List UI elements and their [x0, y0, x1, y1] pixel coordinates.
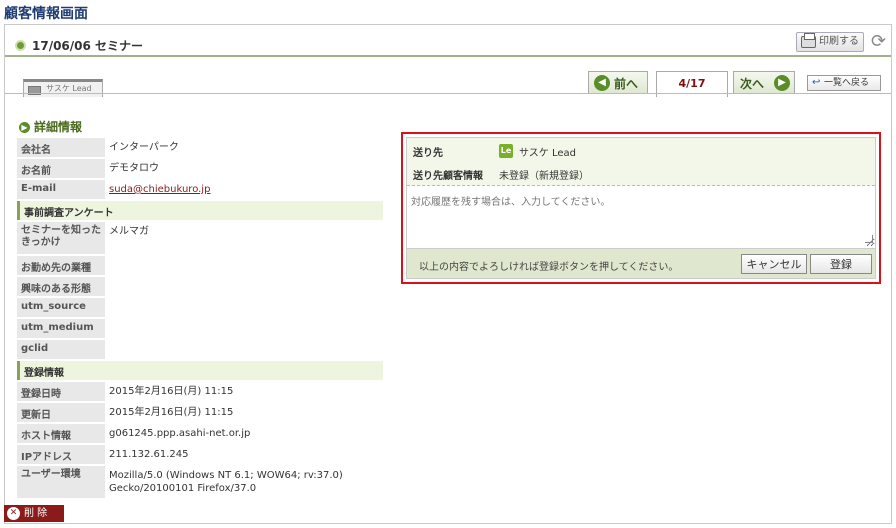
arrow-right-icon: ▶	[774, 75, 790, 91]
detail-key: お勤め先の業種	[17, 256, 105, 275]
detail-value: 211.132.61.245	[109, 449, 189, 460]
details-section-title: ▶ 詳細情報	[19, 118, 82, 135]
customer-info-value: 未登録（新規登録）	[499, 171, 589, 182]
detail-row-email: E-mail suda@chiebukuro.jp	[17, 180, 383, 201]
panel-header: 17/06/06 セミナー 印刷する ⟳	[5, 25, 891, 57]
detail-row-interest: 興味のある形態	[17, 277, 383, 298]
detail-key: 会社名	[17, 138, 105, 157]
send-form-inner: 送り先 Le サスケ Lead 送り先顧客情報 未登録（新規登録） 以上の内容で…	[406, 137, 876, 279]
send-form-info: 送り先 Le サスケ Lead 送り先顧客情報 未登録（新規登録）	[407, 138, 875, 186]
detail-key: 興味のある形態	[17, 277, 105, 296]
detail-row-utm-source: utm_source	[17, 298, 383, 319]
tab-label: サスケ Lead	[46, 84, 92, 93]
prev-button[interactable]: ◀ 前へ	[588, 71, 648, 93]
destination-key: 送り先	[413, 148, 443, 159]
detail-key: ユーザー環境	[17, 466, 105, 498]
detail-value: 2015年2月16日(月) 11:15	[109, 386, 234, 397]
content-area: ▶ 詳細情報 会社名 インターパーク お名前 デモタロウ E-mail suda@…	[5, 93, 891, 503]
detail-value: g061245.ppp.asahi-net.or.jp	[109, 428, 251, 439]
next-label: 次へ	[740, 77, 765, 91]
registration-group-heading: 登録情報	[17, 361, 383, 380]
send-form: 送り先 Le サスケ Lead 送り先顧客情報 未登録（新規登録） 以上の内容で…	[401, 132, 881, 284]
detail-key: gclid	[17, 340, 105, 359]
detail-row-name: お名前 デモタロウ	[17, 159, 383, 180]
close-circle-icon: ✕	[7, 507, 20, 520]
lead-app-icon: Le	[499, 144, 513, 158]
printer-icon	[801, 33, 816, 48]
cancel-button[interactable]: キャンセル	[741, 254, 807, 274]
detail-key: IPアドレス	[17, 445, 105, 464]
detail-key: お名前	[17, 159, 105, 178]
detail-key: E-mail	[17, 180, 105, 199]
detail-row-user-agent: ユーザー環境 Mozilla/5.0 (Windows NT 6.1; WOW6…	[17, 466, 383, 500]
customer-info-key: 送り先顧客情報	[413, 171, 483, 182]
detail-key: 更新日	[17, 403, 105, 422]
status-dot-icon	[15, 40, 26, 51]
prev-label: 前へ	[614, 77, 639, 91]
detail-row-registered-at: 登録日時 2015年2月16日(月) 11:15	[17, 382, 383, 403]
detail-key: セミナーを知ったきっかけ	[17, 222, 105, 254]
confirm-message: 以上の内容でよろしければ登録ボタンを押してください。	[419, 262, 679, 273]
detail-key: 登録日時	[17, 382, 105, 401]
detail-row-host: ホスト情報 g061245.ppp.asahi-net.or.jp	[17, 424, 383, 445]
back-to-list-label: 一覧へ戻る	[824, 78, 870, 88]
email-link[interactable]: suda@chiebukuro.jp	[109, 184, 210, 195]
next-button[interactable]: 次へ ▶	[733, 71, 795, 93]
detail-value: メルマガ	[109, 226, 149, 237]
back-to-list-button[interactable]: ↩ 一覧へ戻る	[807, 75, 881, 91]
detail-value: Mozilla/5.0 (Windows NT 6.1; WOW64; rv:3…	[109, 470, 343, 494]
print-button[interactable]: 印刷する	[796, 32, 864, 52]
destination-value: サスケ Lead	[519, 148, 577, 159]
detail-row-updated-at: 更新日 2015年2月16日(月) 11:15	[17, 403, 383, 424]
arrow-right-circle-icon: ▶	[19, 122, 30, 133]
detail-row-ip: IPアドレス 211.132.61.245	[17, 445, 383, 466]
register-button[interactable]: 登録	[810, 254, 872, 274]
detail-value: suda@chiebukuro.jp	[109, 183, 379, 196]
details-table: 会社名 インターパーク お名前 デモタロウ E-mail suda@chiebu…	[17, 138, 383, 500]
history-textarea[interactable]	[407, 187, 875, 247]
detail-row-industry: お勤め先の業種	[17, 256, 383, 277]
customer-panel: 17/06/06 セミナー 印刷する ⟳ サスケ Lead ◀ 前へ 4/17 …	[4, 24, 892, 524]
refresh-icon[interactable]: ⟳	[871, 31, 886, 52]
delete-label: 削 除	[24, 508, 48, 519]
resize-grip-icon[interactable]	[865, 235, 873, 243]
page-title: 顧客情報画面	[4, 6, 88, 22]
detail-row-utm-medium: utm_medium	[17, 319, 383, 340]
detail-key: utm_source	[17, 298, 105, 317]
arrow-left-icon: ◀	[594, 75, 610, 91]
detail-key: ホスト情報	[17, 424, 105, 443]
return-arrow-icon: ↩	[812, 77, 821, 88]
print-button-label: 印刷する	[819, 36, 859, 47]
detail-row-company: 会社名 インターパーク	[17, 138, 383, 159]
detail-value: 2015年2月16日(月) 11:15	[109, 407, 234, 418]
detail-key: utm_medium	[17, 319, 105, 338]
event-title: 17/06/06 セミナー	[32, 39, 144, 53]
send-form-footer: 以上の内容でよろしければ登録ボタンを押してください。 キャンセル 登録	[407, 248, 875, 278]
detail-value: インターパーク	[109, 142, 179, 153]
survey-group-heading: 事前調査アンケート	[17, 201, 383, 220]
detail-row-source: セミナーを知ったきっかけ メルマガ	[17, 222, 383, 256]
delete-button[interactable]: ✕ 削 除	[4, 505, 64, 522]
details-section-label: 詳細情報	[34, 120, 83, 134]
detail-value: デモタロウ	[109, 163, 159, 174]
detail-row-gclid: gclid	[17, 340, 383, 361]
